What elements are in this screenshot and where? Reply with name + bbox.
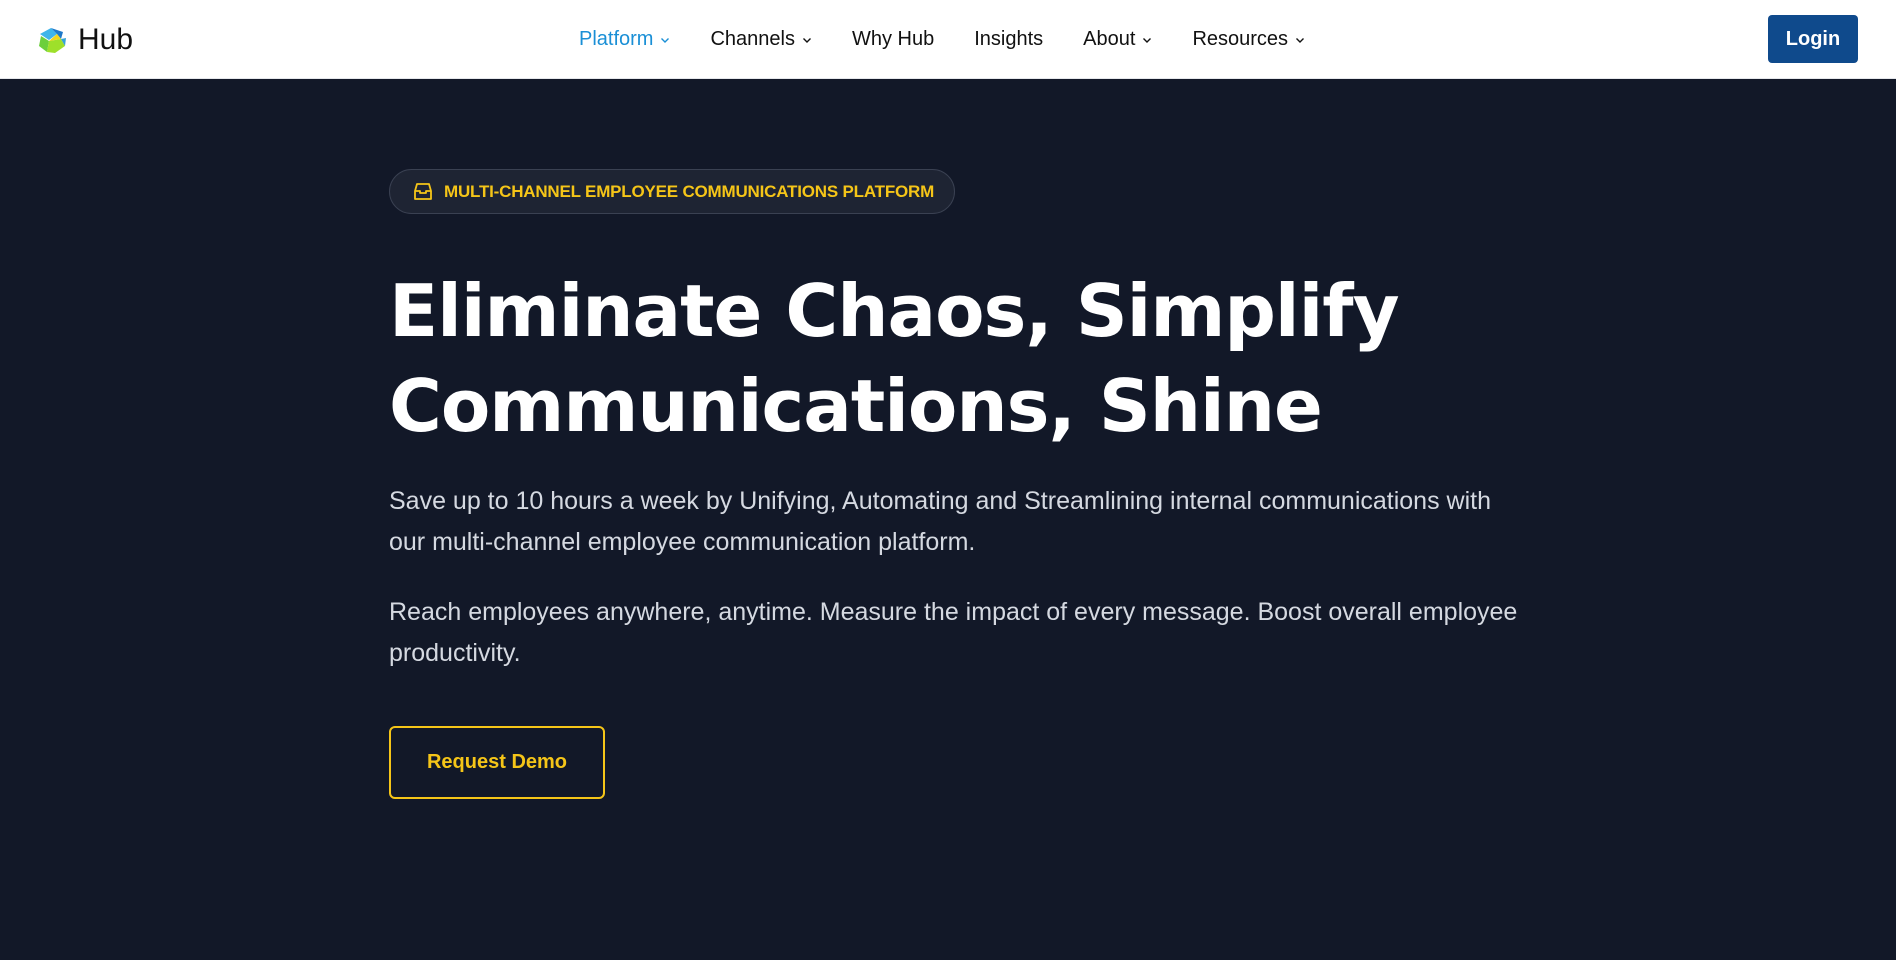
nav-item-label: Channels	[710, 28, 795, 50]
site-header: Hub Platform Channels Why Hub Insights A…	[0, 0, 1896, 79]
nav-item-insights[interactable]: Insights	[974, 28, 1043, 51]
headline-line-2: Communications, Shine	[389, 364, 1323, 448]
nav-item-platform[interactable]: Platform	[579, 28, 670, 51]
chevron-down-icon	[802, 37, 811, 43]
hero-paragraph-2: Reach employees anywhere, anytime. Measu…	[389, 598, 1518, 667]
request-demo-button[interactable]: Request Demo	[389, 726, 605, 799]
chevron-down-icon	[1296, 37, 1305, 43]
nav-item-label: Platform	[579, 28, 654, 50]
hero-headline: Eliminate Chaos, Simplify Communications…	[389, 264, 1519, 454]
brand-name: Hub	[78, 23, 134, 56]
brand-logo-link[interactable]: Hub	[37, 22, 133, 58]
nav-item-why-hub[interactable]: Why Hub	[852, 28, 934, 51]
nav-item-label: Resources	[1192, 28, 1289, 50]
badge-text: MULTI-CHANNEL EMPLOYEE COMMUNICATIONS PL…	[444, 181, 935, 201]
nav-item-about[interactable]: About	[1083, 28, 1152, 51]
nav-item-resources[interactable]: Resources	[1192, 28, 1305, 51]
nav-item-label: About	[1083, 28, 1136, 50]
nav-item-label: Insights	[974, 28, 1044, 50]
hero-section: MULTI-CHANNEL EMPLOYEE COMMUNICATIONS PL…	[0, 79, 1896, 960]
headline-line-1: Eliminate Chaos, Simplify	[389, 269, 1400, 353]
nav-item-label: Why Hub	[851, 28, 935, 50]
main-nav: Platform Channels Why Hub Insights About…	[579, 0, 1345, 79]
hero-paragraph-1: Save up to 10 hours a week by Unifying, …	[389, 487, 1491, 556]
nav-item-channels[interactable]: Channels	[710, 28, 812, 51]
login-button[interactable]: Login	[1768, 15, 1858, 63]
inbox-tray-icon	[414, 182, 432, 200]
hub-logo-icon	[39, 28, 66, 53]
chevron-down-icon	[661, 37, 670, 43]
chevron-down-icon	[1143, 37, 1152, 43]
platform-badge: MULTI-CHANNEL EMPLOYEE COMMUNICATIONS PL…	[389, 169, 956, 214]
